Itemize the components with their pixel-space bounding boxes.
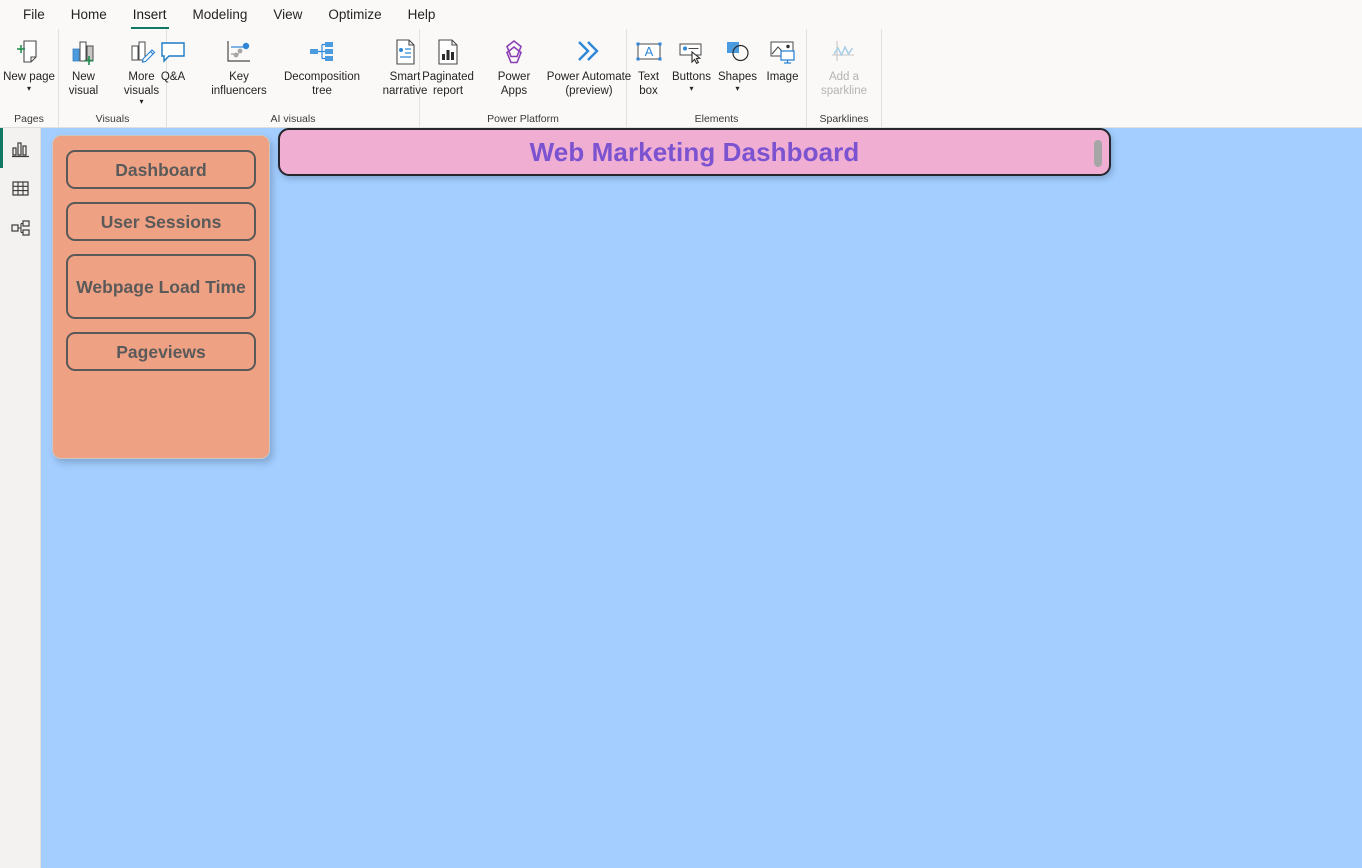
tab-view[interactable]: View: [260, 0, 315, 29]
chevron-down-icon[interactable]: ▾: [139, 98, 143, 106]
qanda-icon: [157, 36, 189, 68]
group-items: New page ▾: [0, 29, 58, 113]
ribbon-button-label: Power Automate (preview): [546, 71, 632, 97]
table-grid-icon: [11, 179, 30, 198]
group-label-elements: Elements: [694, 113, 739, 125]
ribbon-groups: New page ▾ Pages New visual More visuals…: [0, 29, 1362, 128]
ribbon-button-key-influencers[interactable]: Key influencers: [202, 33, 276, 98]
ribbon-group-elements: A Text box Buttons ▾ Shapes ▾ Image Elem…: [627, 29, 807, 128]
group-label-visuals: Visuals: [95, 113, 130, 125]
nav-button-label: Pageviews: [116, 341, 206, 362]
sparkline-icon: [828, 36, 860, 68]
chevron-down-icon[interactable]: ▾: [689, 84, 693, 93]
sidebar-item-model-view[interactable]: [0, 208, 41, 248]
power-apps-icon: [498, 36, 530, 68]
tab-file[interactable]: File: [10, 0, 58, 29]
group-items: Paginated report Power Apps Power Automa…: [411, 29, 635, 113]
ribbon-button-label: Power Apps: [497, 71, 531, 97]
ribbon-button-decomposition-tree[interactable]: Decomposition tree: [276, 33, 368, 98]
nav-button-webpage-load-time[interactable]: Webpage Load Time: [66, 254, 256, 319]
tab-label: Optimize: [328, 7, 382, 22]
tab-insert[interactable]: Insert: [120, 0, 180, 29]
ribbon-button-label: Paginated report: [422, 71, 474, 97]
tab-label: Insert: [132, 7, 167, 22]
ribbon-group-power-platform: Paginated report Power Apps Power Automa…: [420, 29, 631, 128]
ribbon-button-image[interactable]: Image: [761, 33, 805, 85]
group-label-ai-visuals: AI visuals: [270, 113, 316, 125]
tab-label: Modeling: [192, 7, 248, 22]
ribbon-button-new-page[interactable]: New page ▾: [0, 33, 58, 93]
sidebar-item-report-view[interactable]: [0, 128, 41, 168]
tab-label: File: [23, 7, 45, 22]
ribbon-button-label: Text box: [637, 71, 660, 97]
page-title: Web Marketing Dashboard: [529, 136, 860, 167]
ribbon-group-sparklines: Add a sparkline Sparklines: [807, 29, 882, 128]
new-page-icon: [13, 36, 45, 68]
ribbon-button-add-a-sparkline: Add a sparkline: [815, 33, 873, 98]
ribbon-group-pages: New page ▾ Pages: [0, 29, 59, 128]
tab-label: Help: [407, 7, 436, 22]
tab-home[interactable]: Home: [58, 0, 120, 29]
ribbon-button-label: Image: [766, 71, 799, 83]
group-items: Q&A Key influencers Decomposition tree S…: [144, 29, 442, 113]
ribbon-tab-strip: File Home Insert Modeling View Optimize …: [0, 0, 1362, 29]
model-nodes-icon: [10, 219, 31, 238]
ribbon-button-label: Buttons: [672, 71, 711, 83]
ribbon-button-new-visual[interactable]: New visual: [55, 33, 113, 98]
nav-button-label: Dashboard: [115, 159, 207, 180]
tab-modeling[interactable]: Modeling: [180, 0, 261, 29]
group-label-sparklines: Sparklines: [819, 113, 869, 125]
view-switcher-bar: [0, 128, 41, 868]
ribbon-button-power-apps[interactable]: Power Apps: [485, 33, 543, 98]
nav-button-label: User Sessions: [100, 211, 222, 232]
tab-optimize[interactable]: Optimize: [315, 0, 394, 29]
chevron-down-icon[interactable]: ▾: [27, 84, 31, 93]
nav-button-pageviews[interactable]: Pageviews: [66, 332, 256, 371]
chevron-down-icon[interactable]: ▾: [735, 84, 739, 93]
shapes-icon: [722, 36, 754, 68]
ribbon-button-power-automate[interactable]: Power Automate (preview): [543, 33, 635, 98]
svg-text:A: A: [644, 44, 653, 59]
group-label-pages: Pages: [14, 113, 44, 125]
text-box-icon: A: [633, 36, 665, 68]
ribbon-group-ai-visuals: Q&A Key influencers Decomposition tree S…: [161, 29, 427, 128]
nav-button-user-sessions[interactable]: User Sessions: [66, 202, 256, 241]
buttons-icon: [676, 36, 708, 68]
decomposition-tree-icon: [306, 36, 338, 68]
group-items: Add a sparkline: [815, 29, 873, 113]
ribbon-button-label: New visual: [68, 71, 99, 97]
title-banner[interactable]: Web Marketing Dashboard: [278, 128, 1111, 176]
navigation-panel: Dashboard User Sessions Webpage Load Tim…: [52, 135, 270, 459]
key-influencers-icon: [223, 36, 255, 68]
ribbon-button-buttons[interactable]: Buttons ▾: [669, 33, 715, 93]
tab-help[interactable]: Help: [395, 0, 449, 29]
bar-chart-icon: [11, 139, 30, 158]
new-visual-icon: [68, 36, 100, 68]
ribbon-button-shapes[interactable]: Shapes ▾: [715, 33, 761, 93]
report-canvas[interactable]: Dashboard User Sessions Webpage Load Tim…: [41, 128, 1362, 868]
ribbon-button-paginated-report[interactable]: Paginated report: [411, 33, 485, 98]
ribbon: File Home Insert Modeling View Optimize …: [0, 0, 1362, 128]
sidebar-item-data-view[interactable]: [0, 168, 41, 208]
power-automate-icon: [573, 36, 605, 68]
ribbon-button-label: Add a sparkline: [820, 71, 868, 97]
image-icon: [767, 36, 799, 68]
nav-button-dashboard[interactable]: Dashboard: [66, 150, 256, 189]
ribbon-button-label: Shapes: [717, 71, 757, 83]
tab-label: View: [273, 7, 303, 22]
group-label-power-platform: Power Platform: [487, 113, 559, 125]
ribbon-button-label: Key influencers: [211, 71, 267, 97]
nav-button-label: Webpage Load Time: [76, 276, 246, 297]
ribbon-button-label: New page: [3, 71, 55, 83]
banner-scrollbar-thumb[interactable]: [1094, 140, 1102, 167]
group-items: A Text box Buttons ▾ Shapes ▾ Image: [629, 29, 805, 113]
ribbon-button-qanda[interactable]: Q&A: [144, 33, 202, 85]
ribbon-button-label: Decomposition tree: [283, 71, 361, 97]
tab-label: Home: [70, 7, 107, 22]
ribbon-button-label: Q&A: [160, 71, 186, 83]
ribbon-button-text-box[interactable]: A Text box: [629, 33, 669, 98]
ribbon-filler: [882, 29, 1362, 128]
paginated-report-icon: [432, 36, 464, 68]
